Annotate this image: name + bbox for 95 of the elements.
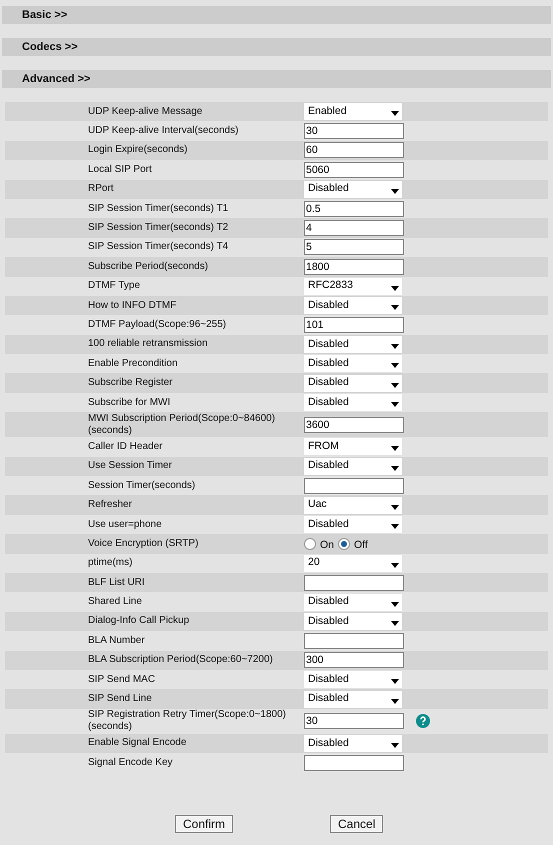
dropdown[interactable]: Disabled	[304, 297, 402, 314]
setting-label: SIP Session Timer(seconds) T1	[88, 202, 230, 215]
dropdown[interactable]: Disabled	[304, 355, 402, 372]
caret-icon	[391, 698, 399, 704]
dropdown[interactable]: Uac	[304, 496, 402, 514]
caret-icon	[391, 742, 399, 748]
input-field[interactable]	[304, 478, 404, 494]
input-field[interactable]	[304, 574, 404, 591]
setting-label: Subscribe Period(seconds)	[88, 260, 210, 273]
dropdown[interactable]: Disabled	[304, 594, 402, 611]
setting-label: MWI Subscription Period(Scope:0~84600) (seconds)	[88, 412, 276, 437]
caret-icon	[391, 562, 399, 568]
caret-icon	[391, 679, 399, 684]
cancel-button[interactable]: Cancel	[330, 814, 384, 832]
dropdown[interactable]: Disabled	[304, 336, 402, 353]
caret-icon	[391, 402, 399, 408]
setting-label: SIP Send MAC	[88, 674, 156, 686]
setting-label: Voice Encryption (SRTP)	[88, 538, 200, 550]
setting-label: Shared Line	[88, 596, 143, 608]
dropdown[interactable]: FROM	[304, 438, 402, 456]
caret-icon	[391, 363, 399, 368]
input-field[interactable]: 30	[304, 713, 404, 730]
dropdown[interactable]: Disabled	[304, 374, 402, 392]
setting-label: BLF List URI	[88, 576, 146, 589]
input-field[interactable]: 5	[304, 239, 404, 256]
caret-icon	[391, 188, 399, 194]
setting-label: 100 reliable retransmission	[88, 338, 209, 350]
setting-label: Use Session Timer	[88, 460, 173, 472]
setting-label: Signal Encode Key	[88, 756, 174, 769]
setting-label: RPort	[88, 183, 115, 196]
input-field[interactable]: 0.5	[304, 200, 404, 217]
caret-icon	[391, 344, 399, 349]
setting-label: UDP Keep-alive Message	[88, 106, 204, 118]
dropdown[interactable]: Disabled	[304, 458, 402, 475]
dropdown[interactable]: Disabled	[304, 394, 402, 412]
radio-label: On	[320, 538, 334, 553]
setting-label: BLA Number	[88, 634, 146, 647]
dropdown[interactable]: RFC2833	[304, 278, 402, 295]
input-field[interactable]: 300	[304, 652, 404, 668]
radio-button[interactable]	[338, 538, 350, 550]
setting-label: Dialog-Info Call Pickup	[88, 615, 190, 628]
input-field[interactable]: 1800	[304, 258, 404, 275]
setting-label: ptime(ms)	[88, 557, 134, 570]
setting-label: SIP Registration Retry Timer(Scope:0~1800) (seconds)	[88, 709, 287, 734]
setting-label: DTMF Payload(Scope:96~255)	[88, 318, 228, 331]
caret-icon	[391, 286, 399, 291]
caret-icon	[391, 446, 399, 452]
section-header[interactable]: Advanced >>	[2, 70, 551, 88]
setting-label: DTMF Type	[88, 280, 142, 292]
dropdown[interactable]: Disabled	[304, 671, 402, 688]
caret-icon	[391, 602, 399, 607]
caret-icon	[391, 620, 399, 626]
caret-icon	[391, 466, 399, 471]
input-field[interactable]: 5060	[304, 162, 404, 178]
confirm-button[interactable]: Confirm	[175, 814, 234, 832]
dropdown[interactable]: Disabled	[304, 180, 402, 198]
dropdown[interactable]: 20	[304, 554, 402, 572]
setting-label: Enable Precondition	[88, 358, 179, 370]
caret-icon	[391, 305, 399, 310]
setting-label: BLA Subscription Period(Scope:60~7200)	[88, 654, 274, 666]
caret-icon	[391, 504, 399, 510]
setting-label: Caller ID Header	[88, 440, 164, 453]
input-field[interactable]: 60	[304, 142, 404, 158]
setting-label: UDP Keep-alive Interval(seconds)	[88, 125, 240, 138]
setting-label: Refresher	[88, 499, 133, 512]
radio-label: Off	[354, 538, 368, 553]
setting-label: Login Expire(seconds)	[88, 144, 188, 156]
setting-label: Subscribe Register	[88, 377, 174, 390]
dropdown[interactable]: Disabled	[304, 612, 402, 630]
input-field[interactable]	[304, 632, 404, 649]
input-field[interactable]: 4	[304, 220, 404, 236]
setting-label: Enable Signal Encode	[88, 737, 188, 750]
section-header[interactable]: Basic >>	[2, 6, 551, 24]
setting-label: SIP Session Timer(seconds) T2	[88, 222, 230, 234]
setting-label: Session Timer(seconds)	[88, 480, 196, 492]
caret-icon	[391, 524, 399, 529]
caret-icon	[391, 382, 399, 388]
input-field[interactable]: 30	[304, 123, 404, 140]
setting-label: SIP Session Timer(seconds) T4	[88, 241, 230, 254]
input-field[interactable]: 3600	[304, 416, 404, 433]
setting-label: SIP Send Line	[88, 693, 153, 706]
dropdown[interactable]: Enabled	[304, 103, 402, 120]
setting-label: Subscribe for MWI	[88, 396, 172, 409]
setting-label: Use user=phone	[88, 518, 163, 530]
dropdown[interactable]: Disabled	[304, 690, 402, 708]
help-icon[interactable]	[416, 714, 430, 728]
input-field[interactable]	[304, 754, 404, 771]
setting-label: Local SIP Port	[88, 164, 153, 176]
dropdown[interactable]: Disabled	[304, 734, 402, 752]
caret-icon	[391, 111, 399, 116]
input-field[interactable]: 101	[304, 316, 404, 333]
radio-button[interactable]	[304, 538, 316, 550]
dropdown[interactable]: Disabled	[304, 516, 402, 533]
setting-label: How to INFO DTMF	[88, 300, 178, 312]
section-header[interactable]: Codecs >>	[2, 38, 551, 56]
